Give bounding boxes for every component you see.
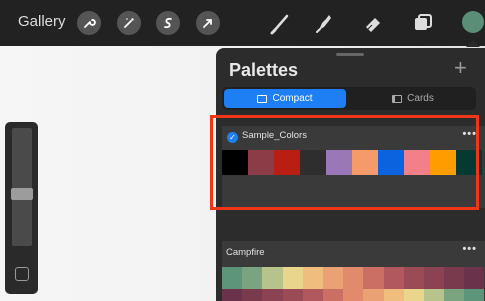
eraser-icon[interactable] <box>359 9 387 37</box>
smudge-icon[interactable] <box>310 9 338 37</box>
top-toolbar: Gallery <box>0 0 485 47</box>
color-swatch[interactable] <box>262 289 283 301</box>
brush-size-slider[interactable] <box>12 128 32 246</box>
color-swatch[interactable] <box>363 289 384 301</box>
color-swatch[interactable] <box>282 289 303 301</box>
color-swatch[interactable] <box>343 289 364 301</box>
left-sidebar <box>5 122 38 294</box>
panel-title: Palettes <box>229 60 299 80</box>
color-swatch[interactable] <box>282 267 303 289</box>
more-options-icon[interactable]: ••• <box>462 243 477 255</box>
tab-cards[interactable]: Cards <box>352 89 474 108</box>
color-swatch[interactable] <box>444 267 465 289</box>
color-swatch[interactable] <box>363 267 384 289</box>
palette-card-campfire[interactable]: Campfire ••• <box>222 241 485 301</box>
swatch-row <box>222 289 485 301</box>
color-swatch[interactable] <box>464 267 485 289</box>
add-palette-icon[interactable]: + <box>454 57 467 79</box>
tab-compact-label: Compact <box>272 93 313 104</box>
cards-icon <box>392 94 403 103</box>
swatch-row <box>222 267 485 289</box>
gallery-button[interactable]: Gallery <box>18 13 66 30</box>
brush-icon[interactable] <box>267 9 295 37</box>
selection-s-icon[interactable] <box>156 11 180 35</box>
color-swatch[interactable] <box>343 267 364 289</box>
color-swatch[interactable] <box>322 289 344 301</box>
magic-wand-icon[interactable] <box>117 11 141 35</box>
color-swatch[interactable] <box>222 267 243 289</box>
color-swatch[interactable] <box>322 267 344 289</box>
highlight-box <box>210 115 479 210</box>
tab-cards-label: Cards <box>407 93 434 104</box>
color-swatch[interactable] <box>302 289 323 301</box>
color-swatch[interactable] <box>262 267 283 289</box>
color-swatch[interactable] <box>242 289 263 301</box>
compact-icon <box>257 94 268 103</box>
palette-name: Campfire <box>226 247 265 258</box>
popover-arrow <box>466 40 480 47</box>
panel-grabber[interactable] <box>336 53 364 56</box>
color-swatch[interactable] <box>464 289 485 301</box>
tab-compact[interactable]: Compact <box>224 89 346 108</box>
color-swatch[interactable] <box>222 289 243 301</box>
color-swatch[interactable] <box>423 267 445 289</box>
slider-thumb[interactable] <box>11 188 33 200</box>
modify-button-icon[interactable] <box>15 267 29 281</box>
color-swatch[interactable] <box>423 289 445 301</box>
current-color-swatch[interactable] <box>462 11 484 33</box>
color-swatch[interactable] <box>403 267 424 289</box>
color-swatch[interactable] <box>302 267 323 289</box>
view-mode-tabs: Compact Cards <box>222 87 476 110</box>
color-swatch[interactable] <box>242 267 263 289</box>
color-swatch[interactable] <box>383 289 404 301</box>
color-swatch[interactable] <box>444 289 465 301</box>
wrench-icon[interactable] <box>77 11 101 35</box>
transform-arrow-icon[interactable] <box>196 11 220 35</box>
color-swatch[interactable] <box>403 289 424 301</box>
layers-icon[interactable] <box>409 9 437 37</box>
color-swatch[interactable] <box>383 267 404 289</box>
